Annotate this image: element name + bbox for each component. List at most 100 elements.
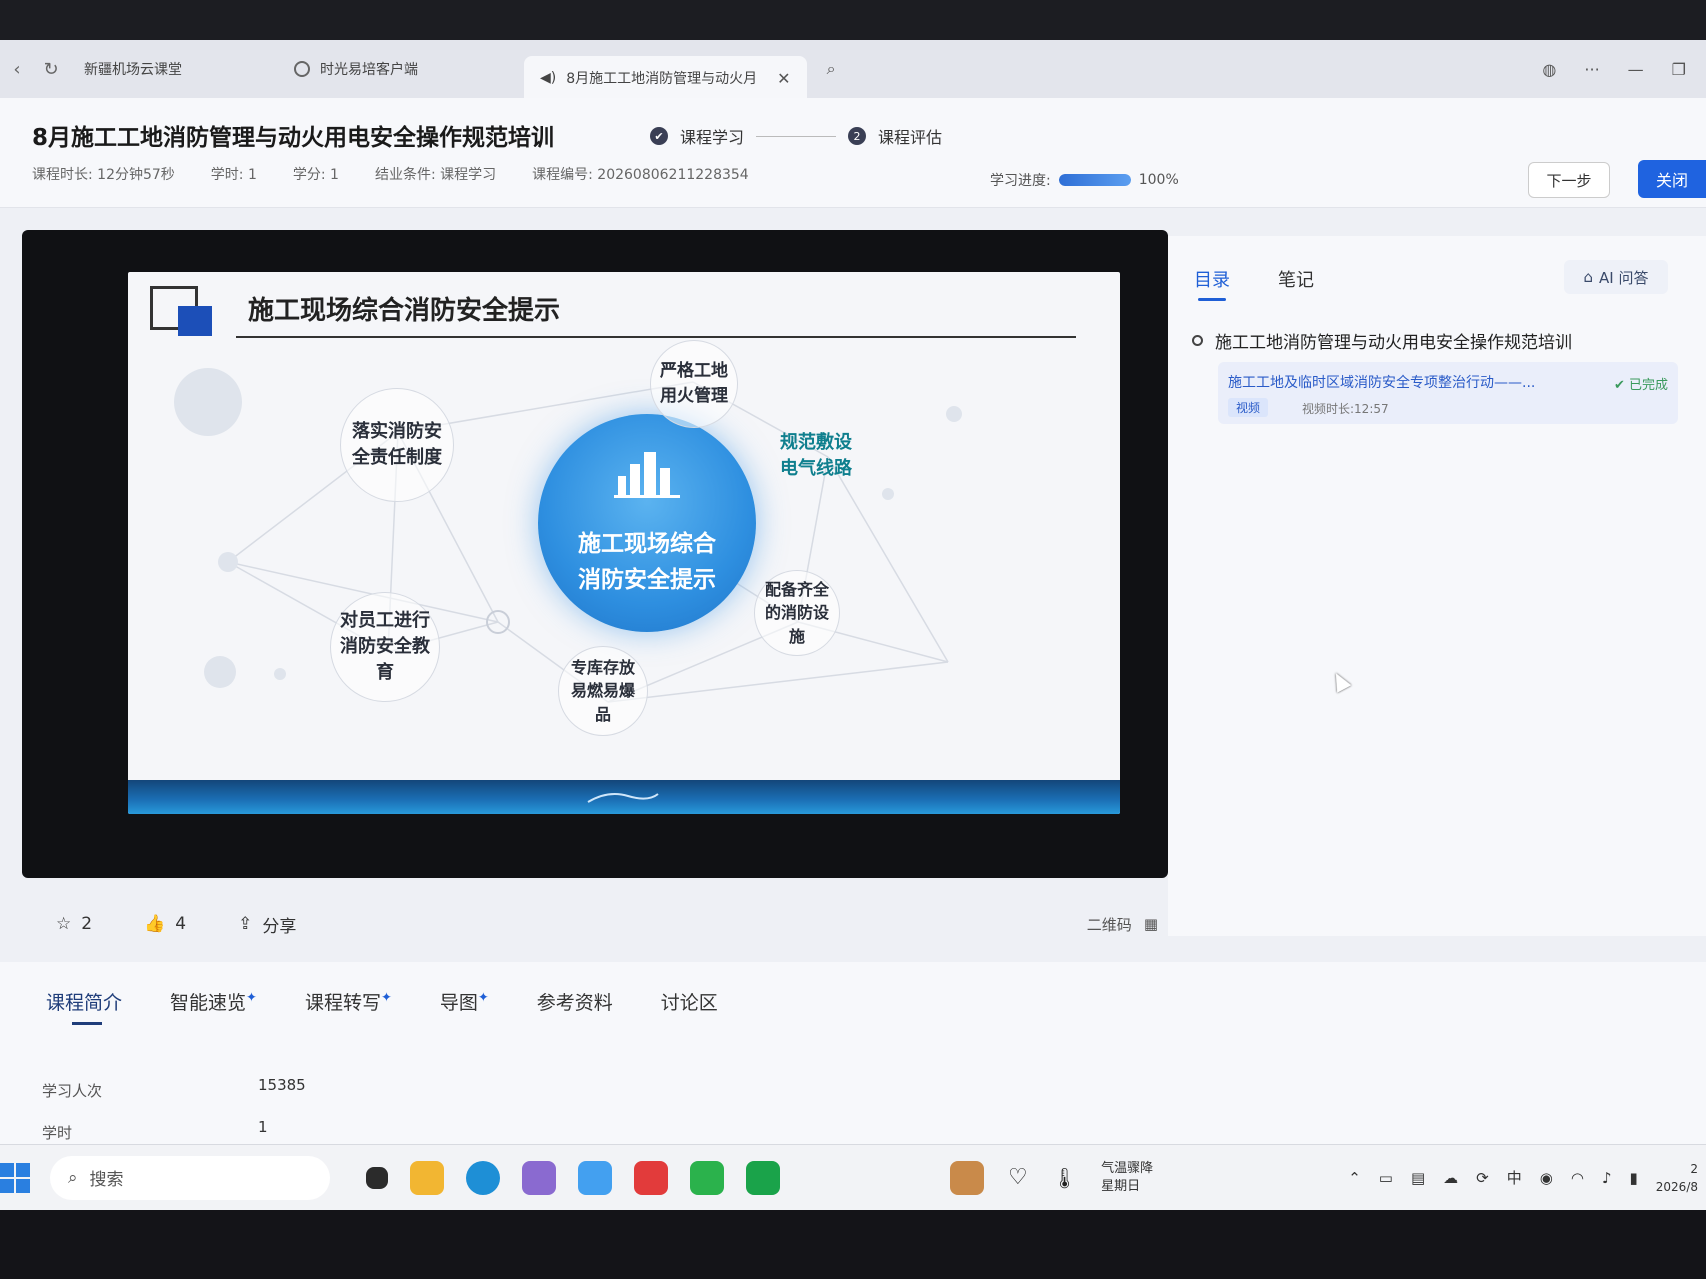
tab-course[interactable]: ◀) 8月施工工地消防管理与动火月 ✕: [524, 56, 807, 100]
course-hours: 学时: 1: [210, 167, 257, 183]
tray-app-icon[interactable]: ▤: [1411, 1169, 1425, 1187]
course-number: 课程编号: 20260806211228354: [532, 167, 749, 183]
node-text-line: 全责任制度: [352, 447, 442, 468]
search-placeholder: 搜索: [89, 1170, 124, 1190]
pinned-apps: [366, 1160, 780, 1195]
qr-code-button[interactable]: 二维码 ▦: [1087, 914, 1158, 935]
lesson-item[interactable]: 施工工地及临时区域消防安全专项整治行动——... ✔ 已完成 视频 视频时长:1…: [1218, 362, 1678, 424]
progress-label: 学习进度:: [990, 173, 1051, 189]
tab-catalog[interactable]: 目录: [1194, 266, 1230, 292]
tray-app-icon[interactable]: ▭: [1379, 1169, 1393, 1187]
clock[interactable]: 2 2026/8: [1656, 1160, 1698, 1196]
node-education: 对员工进行 消防安全教育: [330, 592, 440, 702]
app-icon[interactable]: [522, 1160, 556, 1195]
video-player[interactable]: 施工现场综合消防安全提示 施工现场综合 消防安全提示 严格工地 用火管理 规范敷…: [22, 230, 1168, 878]
study-progress: 学习进度: 100%: [990, 170, 1179, 190]
node-text-line: 规范敷设: [780, 431, 852, 453]
slide: 施工现场综合消防安全提示 施工现场综合 消防安全提示 严格工地 用火管理 规范敷…: [128, 272, 1120, 814]
star-icon: ☆: [56, 914, 72, 934]
tab-label: 课程转写: [304, 992, 381, 1014]
wps-icon[interactable]: [634, 1160, 668, 1195]
heart-icon[interactable]: ♡: [1008, 1165, 1028, 1190]
info-value: 15385: [258, 1076, 306, 1094]
restore-icon[interactable]: ❐: [1672, 60, 1686, 79]
node-text-line: 的消防设: [764, 603, 829, 623]
ai-qa-button[interactable]: ⌂ AI 问答: [1564, 260, 1668, 294]
tab-transcript[interactable]: 课程转写✦: [305, 988, 392, 1015]
search-icon[interactable]: ⌕: [827, 59, 836, 79]
globe-icon[interactable]: ◍: [1542, 60, 1556, 79]
step-divider: [756, 135, 837, 137]
chat-icon[interactable]: [746, 1160, 780, 1195]
node-text: 配备齐全 的消防设施: [765, 578, 829, 648]
center-topic-circle: 施工现场综合 消防安全提示: [538, 414, 756, 632]
step-course-evaluation[interactable]: 课程评估: [878, 124, 942, 148]
close-button[interactable]: 关闭: [1638, 160, 1706, 198]
favorite-count: 2: [81, 914, 93, 934]
app-icon[interactable]: [578, 1160, 612, 1195]
chapter-title: 施工工地消防管理与动火用电安全操作规范培训: [1215, 333, 1572, 353]
node-text-line: 施: [788, 626, 805, 646]
share-button[interactable]: ⇪ 分享: [238, 912, 296, 937]
tab-label: 智能速览: [170, 992, 247, 1014]
center-text-line: 消防安全提示: [578, 567, 716, 593]
tab-smart-overview[interactable]: 智能速览✦: [170, 988, 257, 1015]
node-text: 落实消防安 全责任制度: [352, 419, 442, 471]
node-text-line: 易燃易爆: [570, 681, 635, 701]
monitor-bezel: [0, 1210, 1706, 1279]
system-tray: ⌃ ▭ ▤ ☁ ⟳ 中 ◉ ◠ ♪ ▮ 2 2026/8: [1348, 1160, 1706, 1196]
windows-start-icon[interactable]: [0, 1162, 30, 1193]
cloud-off-icon[interactable]: ☁: [1443, 1169, 1458, 1187]
course-credits: 学分: 1: [292, 167, 339, 183]
tab-course-intro[interactable]: 课程简介: [46, 988, 122, 1015]
outline-chapter[interactable]: 施工工地消防管理与动火用电安全操作规范培训: [1192, 328, 1572, 353]
edge-icon[interactable]: [466, 1160, 500, 1195]
close-icon[interactable]: ✕: [777, 69, 790, 88]
info-label: 学时: [42, 1124, 73, 1142]
refresh-icon[interactable]: ↻: [34, 59, 68, 80]
node-text-line: 育: [376, 662, 394, 684]
next-step-button[interactable]: 下一步: [1528, 162, 1610, 198]
node-responsibility: 落实消防安 全责任制度: [340, 388, 454, 502]
taskbar-search[interactable]: ⌕ 搜索: [50, 1155, 330, 1200]
node-storage: 专库存放 易燃易爆品: [558, 646, 648, 736]
sparkle-icon: ✦: [246, 990, 257, 1006]
tab-discussion[interactable]: 讨论区: [661, 988, 718, 1015]
tab-xinjiang-airport[interactable]: 新疆机场云课堂: [68, 49, 198, 89]
tab-mindmap[interactable]: 导图✦: [440, 988, 489, 1015]
check-icon: ✔: [650, 127, 668, 145]
battery-icon[interactable]: ▮: [1630, 1169, 1638, 1187]
robot-icon: ⌂: [1583, 268, 1594, 286]
avatar-icon[interactable]: [950, 1160, 984, 1195]
side-panel: 目录 笔记 ⌂ AI 问答 施工工地消防管理与动火用电安全操作规范培训 施工工地…: [1168, 236, 1706, 936]
step-course-study[interactable]: 课程学习: [680, 124, 744, 148]
sparkle-icon: ✦: [380, 990, 392, 1006]
like-button[interactable]: 👍 4: [144, 914, 186, 934]
more-icon[interactable]: ···: [1584, 60, 1599, 79]
tab-references[interactable]: 参考资料: [537, 988, 613, 1015]
back-icon[interactable]: ‹: [0, 59, 34, 80]
tray-app-icon[interactable]: ◉: [1540, 1169, 1553, 1187]
node-text-line: 消防安全教: [340, 635, 430, 657]
tab-notes[interactable]: 笔记: [1278, 266, 1314, 292]
course-duration: 课程时长: 12分钟57秒: [32, 167, 175, 183]
completed-badge: ✔ 已完成: [1613, 378, 1668, 393]
wifi-icon[interactable]: ◠: [1571, 1169, 1584, 1187]
start-tile: [0, 1178, 14, 1193]
wechat-icon[interactable]: [690, 1160, 724, 1195]
weather-widget[interactable]: 气温骤降 星期日: [1101, 1160, 1153, 1196]
course-meta: 课程时长: 12分钟57秒 学时: 1 学分: 1 结业条件: 课程学习 课程编…: [32, 164, 749, 184]
file-explorer-icon[interactable]: [410, 1160, 444, 1195]
tray-app-icon[interactable]: ⟳: [1476, 1169, 1489, 1187]
clock-date: 2026/8: [1655, 1179, 1698, 1194]
task-view-icon[interactable]: [366, 1166, 388, 1189]
chevron-up-icon[interactable]: ⌃: [1348, 1169, 1361, 1187]
volume-icon[interactable]: ♪: [1602, 1169, 1612, 1187]
tab-client[interactable]: 时光易培客户端: [278, 49, 434, 89]
favorite-button[interactable]: ☆ 2: [56, 914, 92, 934]
ime-indicator[interactable]: 中: [1507, 1167, 1522, 1188]
minimize-icon[interactable]: —: [1628, 60, 1644, 79]
node-facilities: 配备齐全 的消防设施: [754, 570, 840, 656]
taskbar-widgets: ♡ 🌡 气温骤降 星期日: [950, 1160, 1153, 1196]
circle-icon: [1192, 335, 1203, 346]
